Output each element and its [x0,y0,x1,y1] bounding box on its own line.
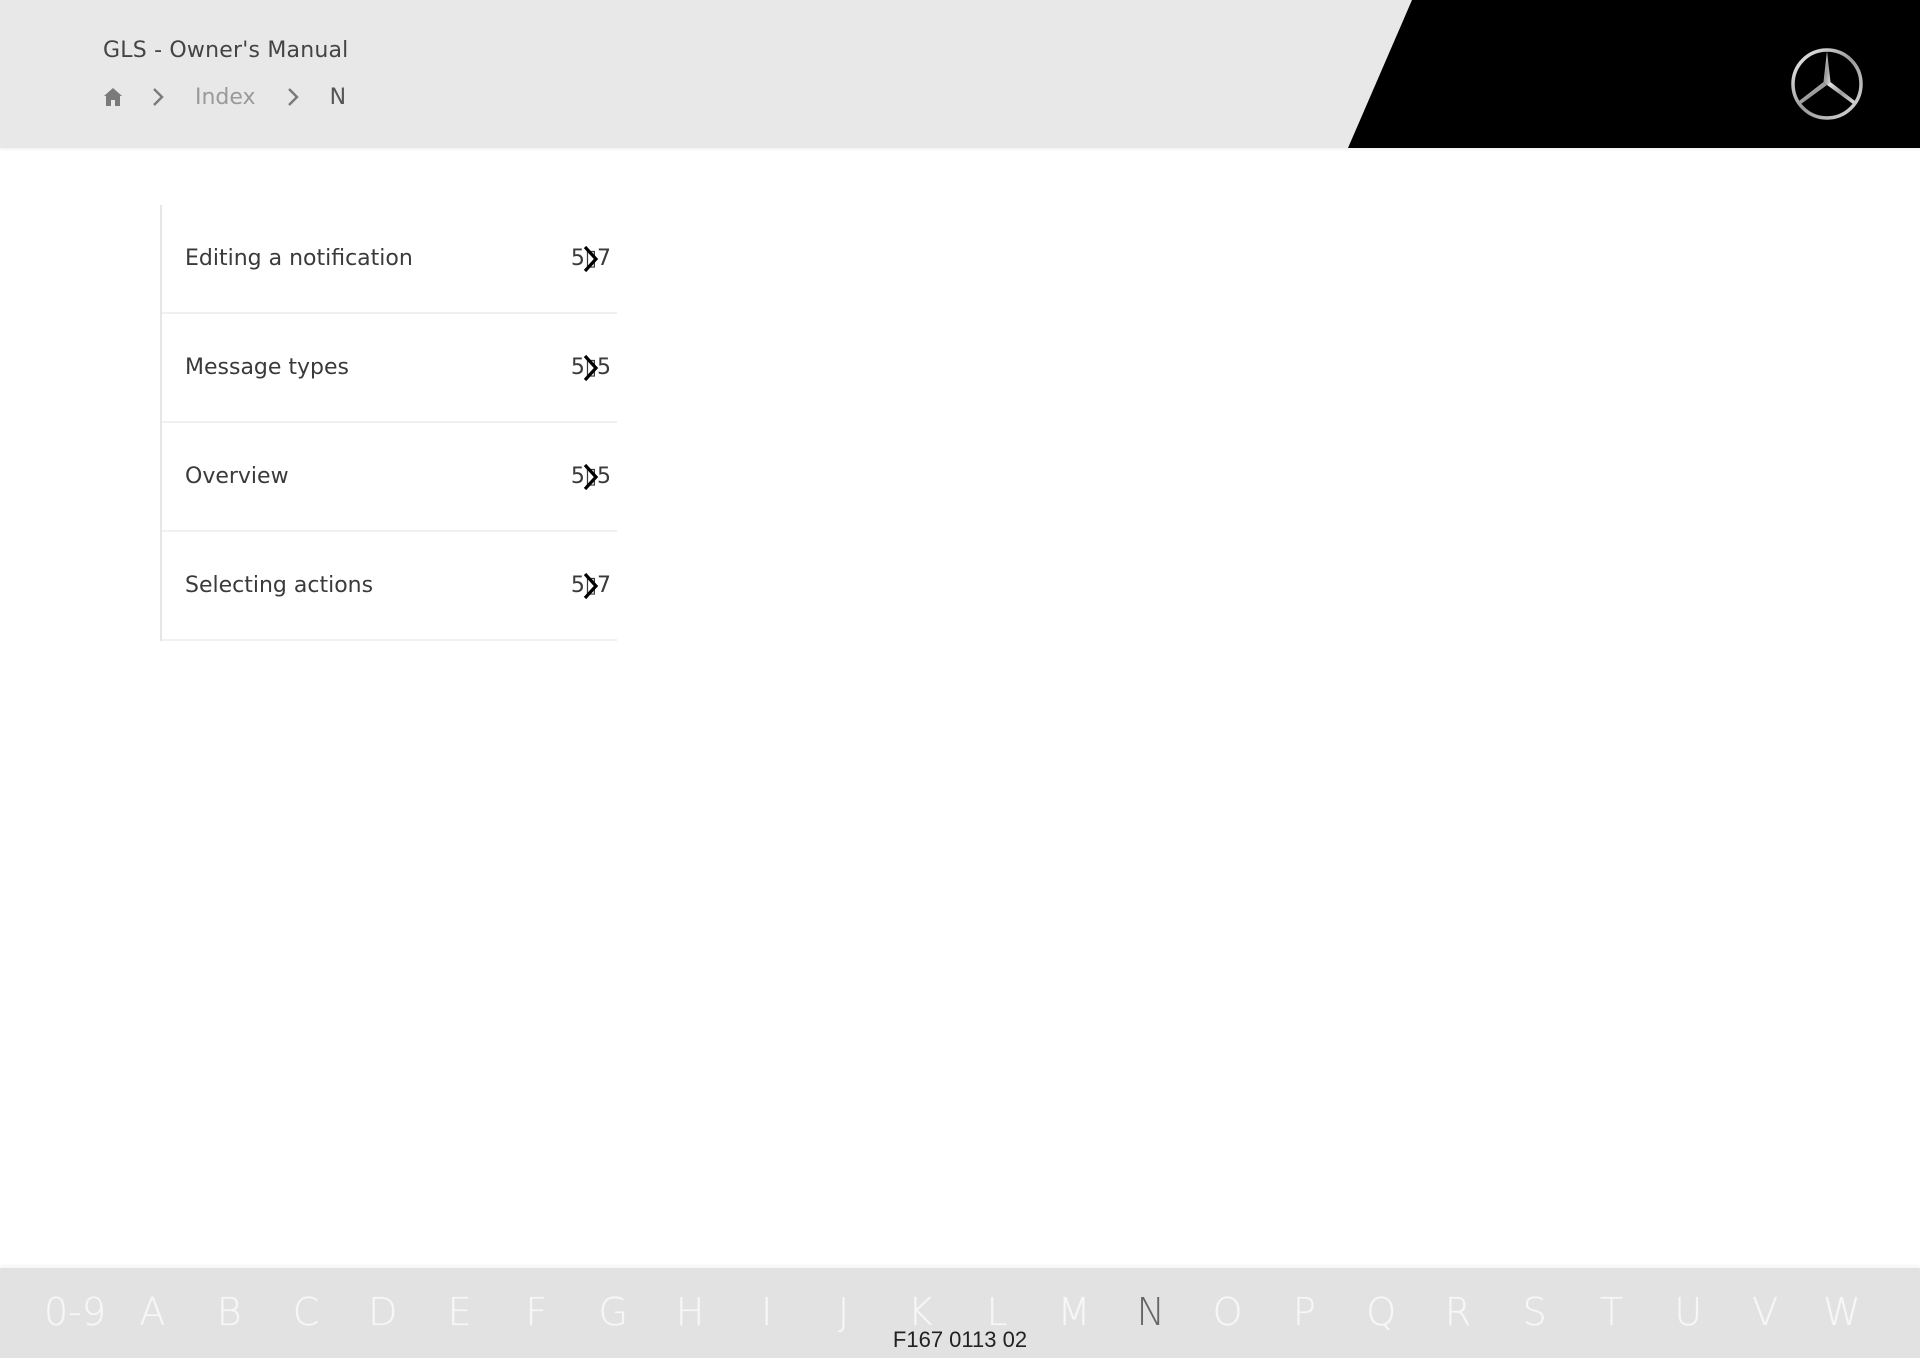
breadcrumb-current: N [329,84,347,110]
item-label: Overview [185,464,289,489]
item-label: Editing a notification [185,246,413,271]
item-label: Message types [185,355,350,380]
item-label: Selecting actions [185,573,374,598]
document-title: GLS - Owner's Manual [103,38,349,63]
chevron-right-icon [286,86,300,108]
chevron-right-icon[interactable] [582,571,600,601]
list-item[interactable]: Editing a notification 5▯7 [162,205,617,314]
home-icon[interactable] [101,85,125,109]
header: GLS - Owner's Manual Index N [0,0,1920,148]
list-item[interactable]: Selecting actions 5▯7 [162,532,617,641]
chevron-right-icon[interactable] [582,462,600,492]
chevron-right-icon[interactable] [582,353,600,383]
chevron-right-icon[interactable] [582,244,600,274]
figure-id: F167 0113 02 [892,1327,1028,1352]
breadcrumb: Index N [101,82,346,112]
list-item[interactable]: Message types 5▯5 [162,314,617,423]
mercedes-star-icon [1789,46,1865,122]
chevron-right-icon [151,86,165,108]
list-item[interactable]: Overview 5▯5 [162,423,617,532]
breadcrumb-index-link[interactable]: Index [195,85,256,110]
index-list: Editing a notification 5▯7 Message types… [160,205,617,641]
